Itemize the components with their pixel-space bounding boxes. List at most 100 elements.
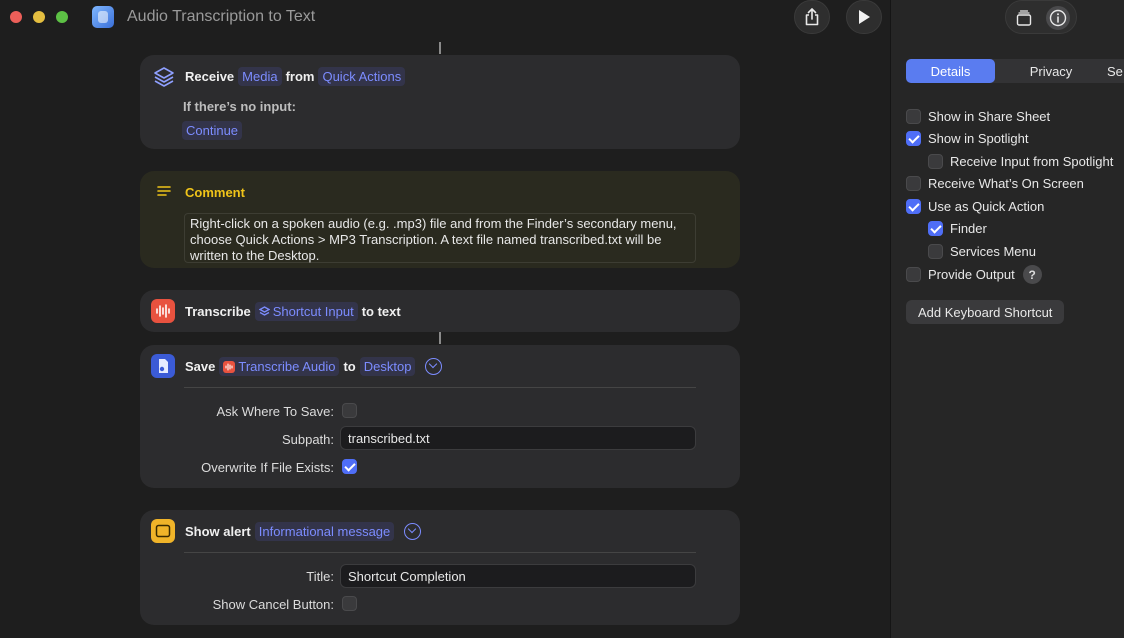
share-sheet-label: Show in Share Sheet <box>928 109 1051 124</box>
share-button[interactable] <box>794 0 830 34</box>
finder-checkbox[interactable] <box>928 221 943 236</box>
option-spotlight-input[interactable]: Receive Input from Spotlight <box>928 154 1113 169</box>
library-button[interactable] <box>1012 6 1036 30</box>
receive-from-label: from <box>285 69 315 84</box>
save-action-card[interactable]: Save Transcribe Audio to Desktop Ask Whe… <box>140 345 740 488</box>
minimize-window-button[interactable] <box>33 11 45 23</box>
ask-where-checkbox[interactable] <box>342 403 357 418</box>
option-on-screen[interactable]: Receive What’s On Screen <box>906 176 1084 191</box>
title-bar: Audio Transcription to Text <box>0 0 890 34</box>
alert-expand-chevron-icon[interactable] <box>404 523 422 540</box>
comment-title: Comment <box>185 185 245 200</box>
cancel-button-checkbox[interactable] <box>342 596 357 611</box>
subpath-label: Subpath: <box>281 432 334 447</box>
save-destination-token[interactable]: Desktop <box>359 357 416 376</box>
save-divider <box>184 387 696 388</box>
comment-lines-icon <box>152 179 176 203</box>
add-keyboard-shortcut-button[interactable]: Add Keyboard Shortcut <box>906 300 1065 324</box>
quick-action-checkbox[interactable] <box>906 199 921 214</box>
sidebar-toggle-group <box>1005 0 1077 34</box>
alert-divider <box>184 552 696 553</box>
spotlight-checkbox[interactable] <box>906 131 921 146</box>
info-icon <box>1049 9 1067 27</box>
waveform-icon <box>151 299 175 323</box>
receive-source-token[interactable]: Quick Actions <box>318 67 406 86</box>
alert-window-icon <box>151 519 175 543</box>
editor-pane: Audio Transcription to Text Receive Medi… <box>0 0 890 638</box>
no-input-label: If there’s no input: <box>183 99 296 114</box>
transcribe-action-card[interactable]: Transcribe Shortcut Input to text <box>140 290 740 332</box>
subpath-field[interactable]: transcribed.txt <box>340 426 696 450</box>
option-finder[interactable]: Finder <box>928 221 987 236</box>
finder-label: Finder <box>950 221 987 236</box>
receive-action-card[interactable]: Receive Media from Quick Actions If ther… <box>140 55 740 149</box>
option-quick-action[interactable]: Use as Quick Action <box>906 199 1044 214</box>
services-menu-label: Services Menu <box>950 244 1036 259</box>
save-verb: Save <box>185 359 216 374</box>
help-icon[interactable]: ? <box>1022 265 1042 284</box>
action-connector <box>439 42 441 54</box>
save-input-label: Transcribe Audio <box>238 359 336 374</box>
transcribe-input-label: Shortcut Input <box>272 304 354 319</box>
option-share-sheet[interactable]: Show in Share Sheet <box>906 109 1050 124</box>
run-button[interactable] <box>846 0 882 34</box>
show-alert-action-card[interactable]: Show alert Informational message Title: … <box>140 510 740 625</box>
window-title: Audio Transcription to Text <box>127 8 316 25</box>
spotlight-input-label: Receive Input from Spotlight <box>950 154 1114 169</box>
receive-input-token[interactable]: Media <box>238 67 282 86</box>
alert-input-token[interactable]: Informational message <box>254 522 395 541</box>
receive-layers-icon <box>152 65 176 89</box>
provide-output-label: Provide Output <box>928 267 1015 282</box>
ask-where-label: Ask Where To Save: <box>216 404 334 419</box>
on-screen-label: Receive What’s On Screen <box>928 176 1084 191</box>
info-button[interactable] <box>1046 6 1070 30</box>
cancel-button-label: Show Cancel Button: <box>212 597 334 612</box>
shortcut-input-icon <box>258 306 270 316</box>
spotlight-label: Show in Spotlight <box>928 131 1029 146</box>
tab-details[interactable]: Details <box>906 59 995 83</box>
overwrite-label: Overwrite If File Exists: <box>201 460 334 475</box>
save-file-icon <box>151 354 175 378</box>
save-input-token[interactable]: Transcribe Audio <box>219 357 340 376</box>
close-window-button[interactable] <box>10 11 22 23</box>
option-services-menu[interactable]: Services Menu <box>928 244 1036 259</box>
no-input-row: Continue <box>180 121 246 140</box>
transcribe-header-row: Transcribe Shortcut Input to text <box>185 302 401 321</box>
alert-verb: Show alert <box>185 524 251 539</box>
comment-card[interactable]: Comment Right-click on a spoken audio (e… <box>140 171 740 268</box>
details-tab-bar: Details Privacy Se <box>906 59 1124 83</box>
receive-verb: Receive <box>185 69 235 84</box>
option-spotlight[interactable]: Show in Spotlight <box>906 131 1028 146</box>
share-icon <box>805 8 819 26</box>
share-sheet-checkbox[interactable] <box>906 109 921 124</box>
transcribe-input-token[interactable]: Shortcut Input <box>254 302 358 321</box>
services-menu-checkbox[interactable] <box>928 244 943 259</box>
save-header-row: Save Transcribe Audio to Desktop <box>185 357 443 376</box>
shortcut-app-icon[interactable] <box>92 6 114 28</box>
alert-header-row: Show alert Informational message <box>185 522 422 541</box>
action-connector <box>439 332 441 344</box>
tab-privacy[interactable]: Privacy <box>1011 59 1091 83</box>
details-sidebar: Details Privacy Se Show in Share Sheet S… <box>890 0 1124 638</box>
option-provide-output[interactable]: Provide Output ? <box>906 265 1042 284</box>
tab-setup[interactable]: Se <box>1107 59 1124 83</box>
alert-title-label: Title: <box>306 569 334 584</box>
zoom-window-button[interactable] <box>56 11 68 23</box>
transcribe-audio-icon <box>223 360 236 373</box>
alert-title-field[interactable]: Shortcut Completion <box>340 564 696 588</box>
on-screen-checkbox[interactable] <box>906 176 921 191</box>
receive-header-row: Receive Media from Quick Actions <box>185 67 409 86</box>
save-expand-chevron-icon[interactable] <box>425 358 443 375</box>
spotlight-input-checkbox[interactable] <box>928 154 943 169</box>
comment-text[interactable]: Right-click on a spoken audio (e.g. .mp3… <box>184 213 696 263</box>
transcribe-suffix: to text <box>361 304 401 319</box>
overwrite-checkbox[interactable] <box>342 459 357 474</box>
no-input-token[interactable]: Continue <box>182 121 243 140</box>
play-icon <box>859 10 870 24</box>
stack-icon <box>1016 10 1032 26</box>
provide-output-checkbox[interactable] <box>906 267 921 282</box>
transcribe-verb: Transcribe <box>185 304 251 319</box>
shortcuts-window: Audio Transcription to Text Receive Medi… <box>0 0 1124 638</box>
quick-action-label: Use as Quick Action <box>928 199 1045 214</box>
save-to-label: to <box>343 359 356 374</box>
